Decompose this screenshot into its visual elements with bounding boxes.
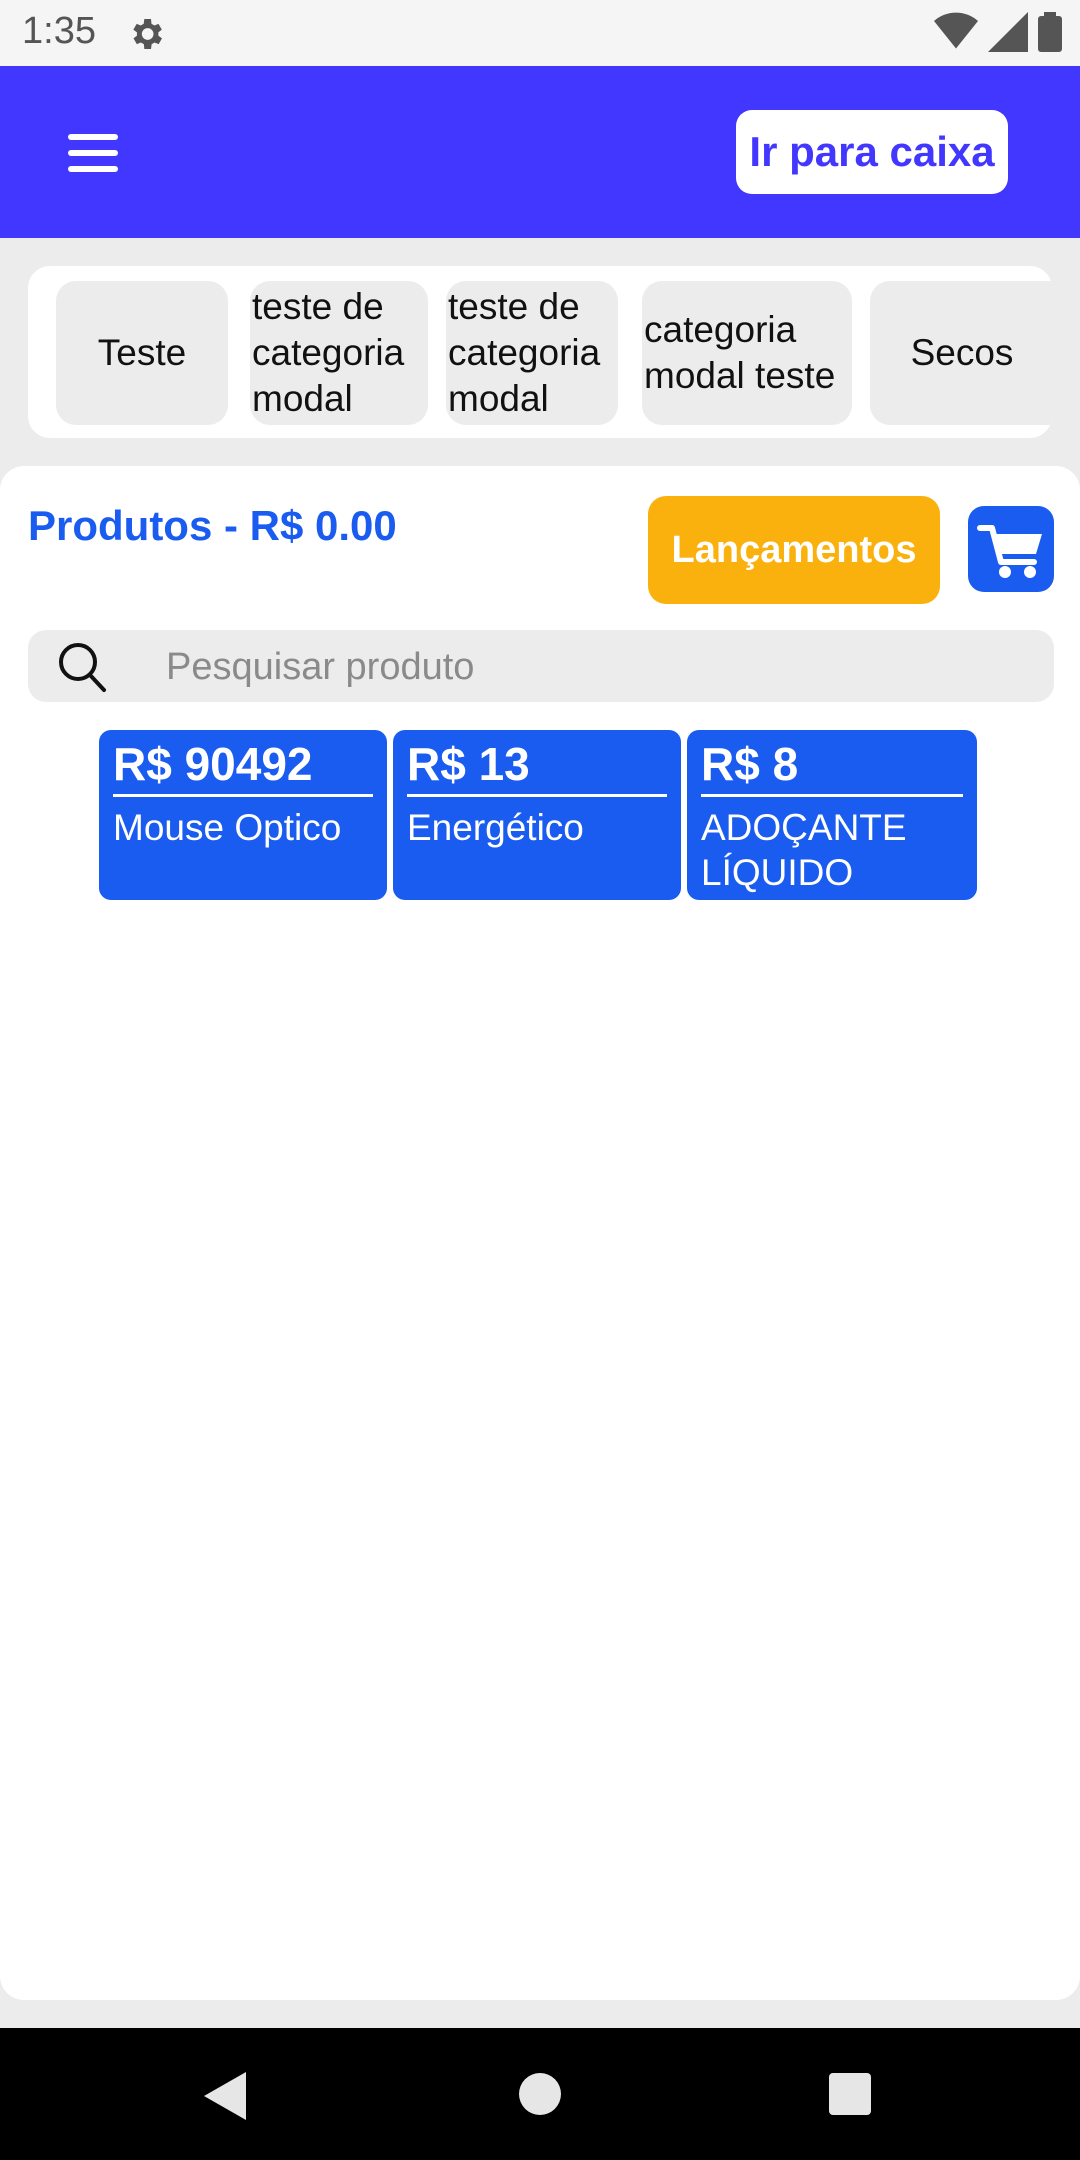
products-panel: Produtos - R$ 0.00 Lançamentos R$ 90492 … xyxy=(0,466,1080,2000)
status-icons xyxy=(934,12,1062,52)
product-name: Mouse Optico xyxy=(113,807,342,848)
product-name: ADOÇANTE LÍQUIDO xyxy=(701,807,907,893)
product-price: R$ 8 xyxy=(701,736,963,797)
product-name: Energético xyxy=(407,807,584,848)
products-total-title: Produtos - R$ 0.00 xyxy=(28,502,397,549)
category-chip[interactable]: Secos xyxy=(870,281,1052,425)
back-icon[interactable] xyxy=(202,2070,248,2122)
category-chip[interactable]: categoria modal teste xyxy=(642,281,852,425)
product-price: R$ 90492 xyxy=(113,736,373,797)
status-bar: 1:35 xyxy=(0,0,1080,66)
product-card[interactable]: R$ 13 Energético xyxy=(393,730,681,900)
product-search-bar xyxy=(28,630,1054,704)
search-input[interactable] xyxy=(164,630,1028,704)
category-strip: Teste teste de categoria modal teste de … xyxy=(28,266,1052,438)
recent-apps-icon[interactable] xyxy=(828,2072,872,2116)
category-chip[interactable]: Teste xyxy=(56,281,228,425)
signal-icon xyxy=(988,12,1028,52)
settings-gear-icon xyxy=(133,19,162,49)
product-card[interactable]: R$ 8 ADOÇANTE LÍQUIDO xyxy=(687,730,977,900)
product-card[interactable]: R$ 90492 Mouse Optico xyxy=(99,730,387,900)
home-icon[interactable] xyxy=(518,2072,562,2116)
go-to-cashier-button[interactable]: Ir para caixa xyxy=(736,110,1008,194)
product-price: R$ 13 xyxy=(407,736,667,797)
search-icon xyxy=(59,643,106,692)
category-list[interactable]: Teste teste de categoria modal teste de … xyxy=(56,281,1052,427)
app-bar: Ir para caixa xyxy=(0,66,1080,238)
cart-button[interactable] xyxy=(968,506,1054,592)
system-nav-bar xyxy=(0,2028,1080,2160)
category-chip[interactable]: teste de categoria modal xyxy=(250,281,428,425)
hamburger-menu-icon[interactable] xyxy=(68,134,118,174)
wifi-icon xyxy=(934,12,978,49)
shopping-cart-icon xyxy=(977,525,1042,578)
status-time: 1:35 xyxy=(22,10,96,52)
category-chip[interactable]: teste de categoria modal xyxy=(446,281,618,425)
battery-icon xyxy=(1038,12,1062,52)
launches-button[interactable]: Lançamentos xyxy=(648,496,940,604)
